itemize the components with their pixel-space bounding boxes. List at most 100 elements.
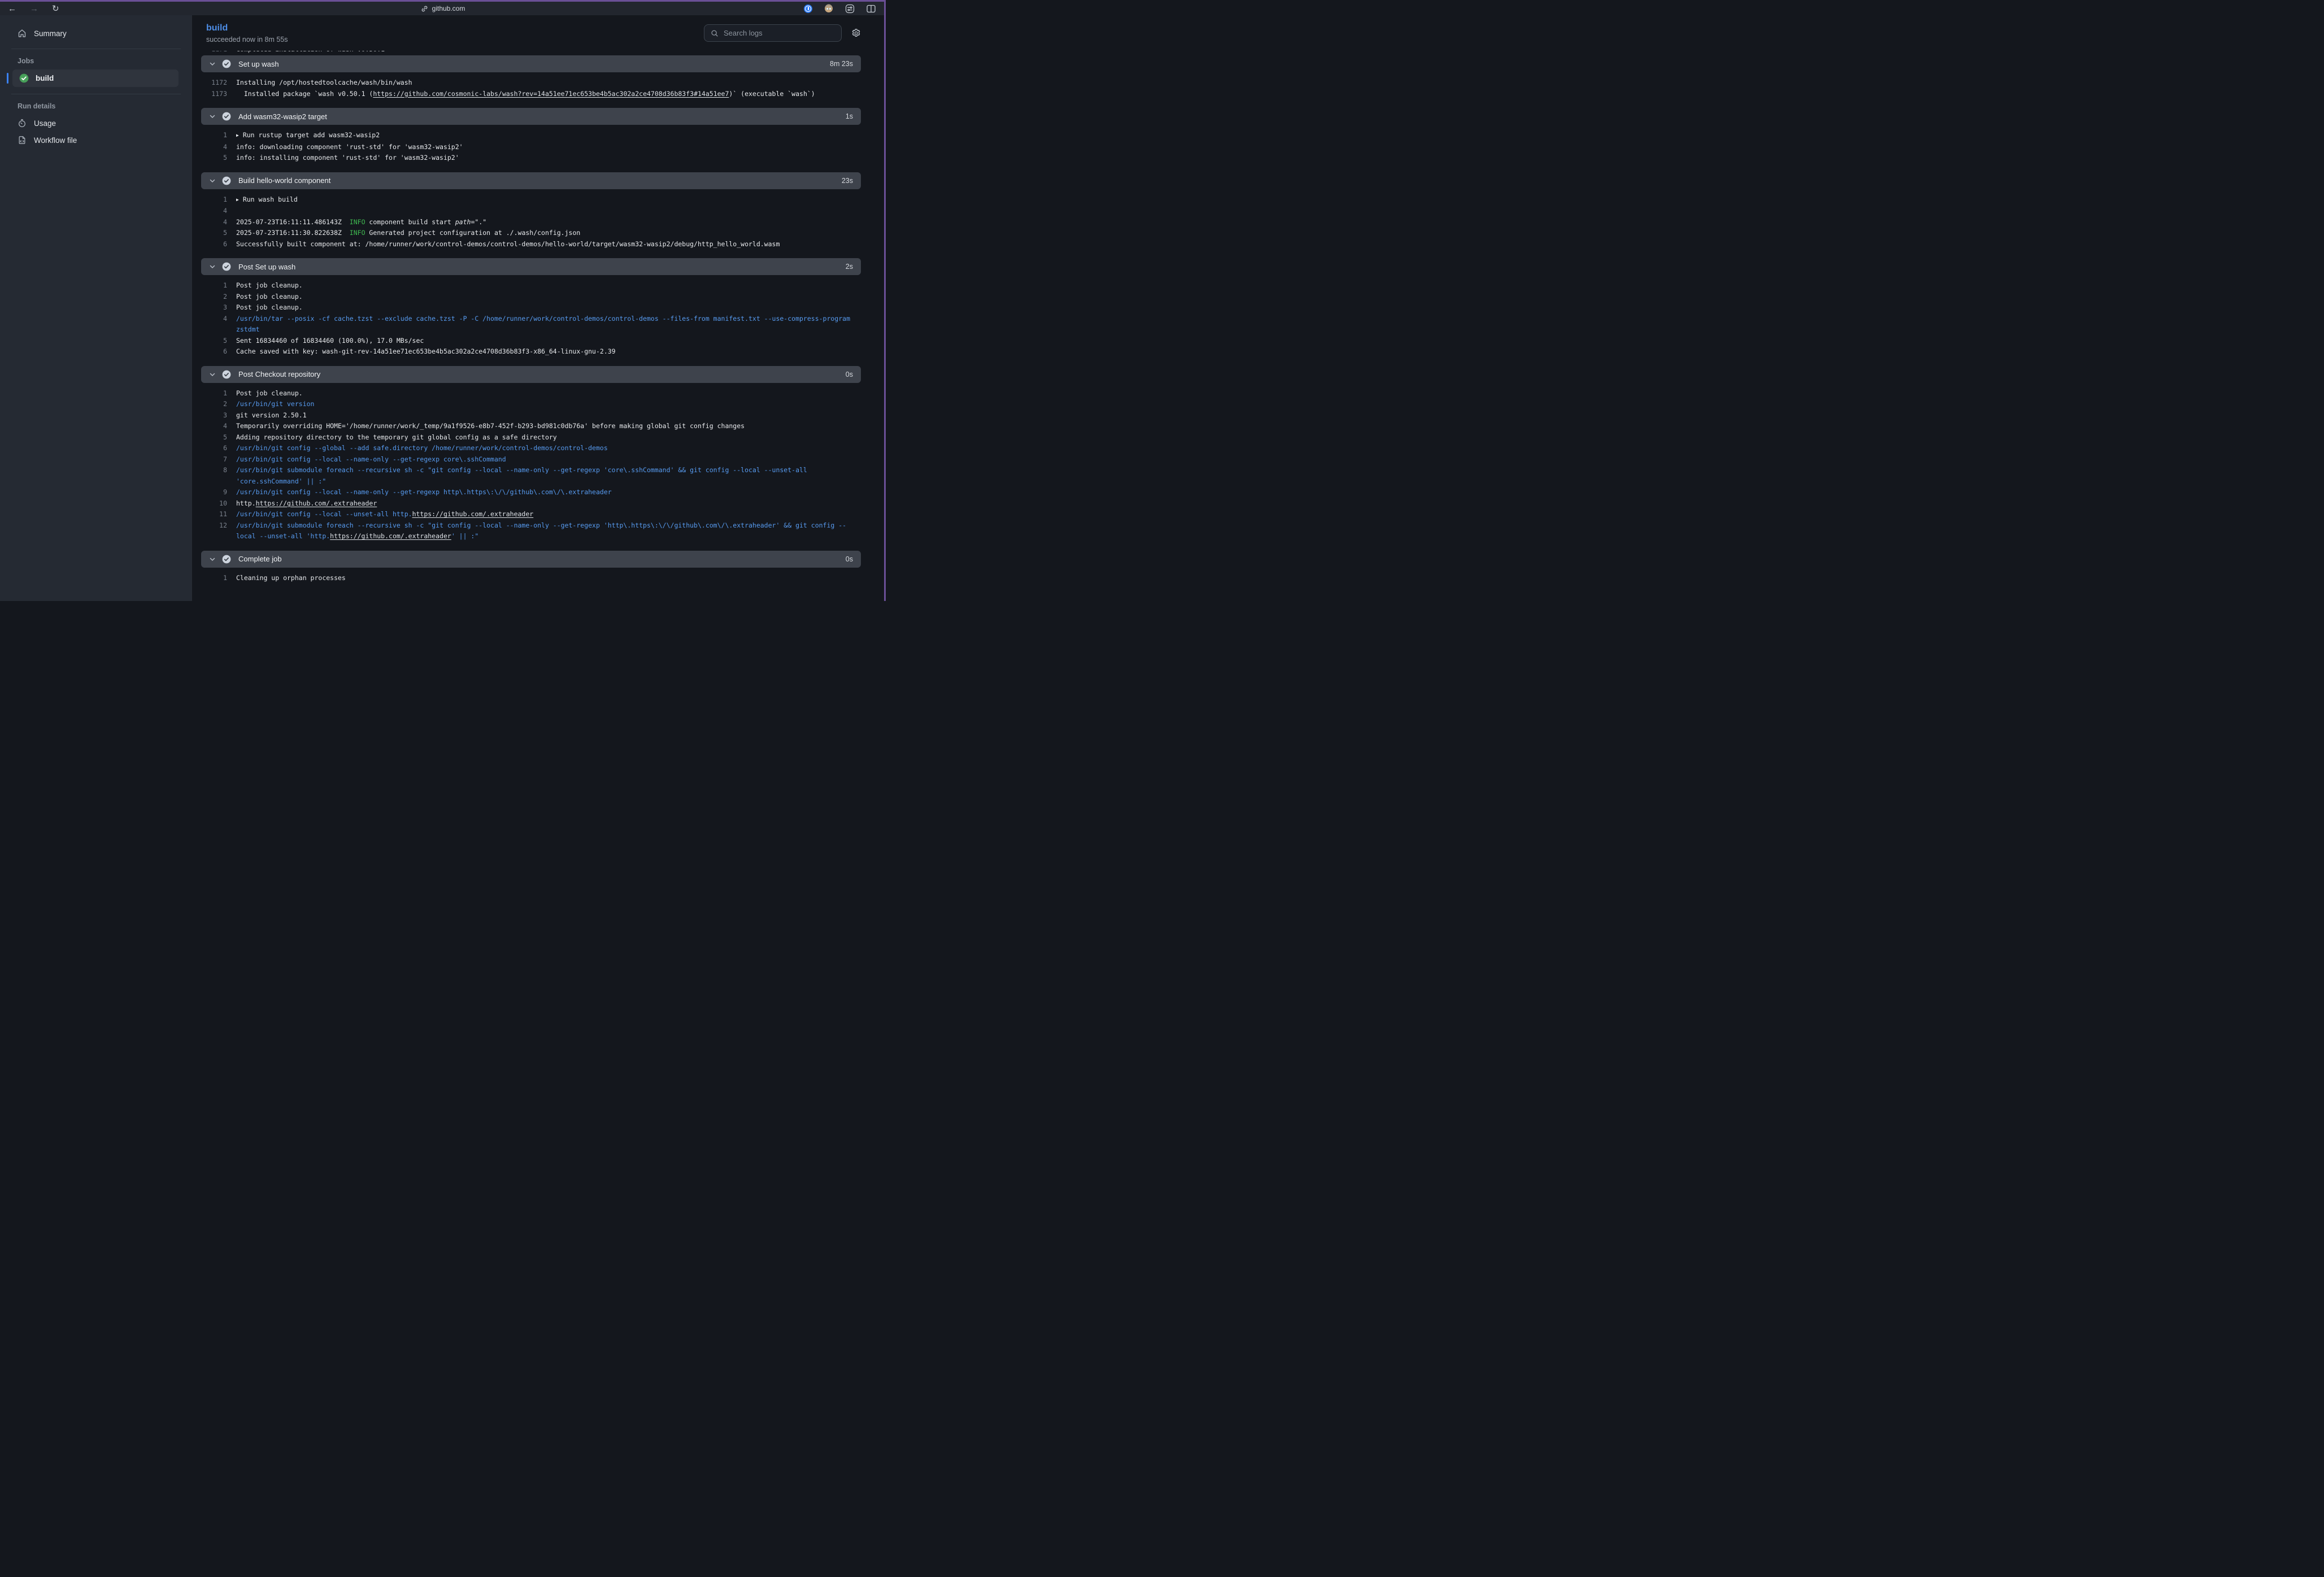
job-label: build [36, 74, 54, 82]
profile-avatar[interactable] [824, 4, 833, 13]
log-section: Build hello-world component 23s 1 ▶Run w… [201, 172, 861, 259]
log-line: 5 info: installing component 'rust-std' … [201, 153, 861, 164]
success-check-icon [19, 73, 29, 83]
line-content: Cleaning up orphan processes [236, 573, 861, 584]
line-number[interactable]: 4 [201, 421, 227, 432]
line-number[interactable]: 1 [201, 194, 227, 206]
line-number[interactable]: 4 [201, 142, 227, 153]
line-number[interactable]: 3 [201, 410, 227, 421]
line-number[interactable]: 5 [201, 153, 227, 164]
expander-triangle-icon[interactable]: ▶ [236, 194, 239, 206]
section-header[interactable]: Build hello-world component 23s [201, 172, 861, 189]
section-lines: 1 Post job cleanup. 2 /usr/bin/git versi… [201, 383, 861, 551]
address-bar[interactable]: github.com [369, 2, 516, 15]
step-check-icon [222, 555, 231, 564]
log-link[interactable]: https://github.com/.extraheader [412, 510, 534, 518]
line-number[interactable]: 11 [201, 509, 227, 520]
section-title: Post Checkout repository [237, 370, 839, 378]
log-line: 7 /usr/bin/git config --local --name-onl… [201, 454, 861, 465]
back-button[interactable]: ← [8, 5, 16, 13]
line-number[interactable]: 2 [201, 291, 227, 303]
line-number[interactable]: 8 [201, 465, 227, 487]
line-number[interactable]: 12 [201, 520, 227, 542]
forward-button[interactable]: → [30, 5, 38, 13]
expander-triangle-icon[interactable]: ▶ [236, 130, 239, 141]
sidebar-item-workflow-file[interactable]: Workflow file [0, 132, 192, 149]
line-content: info: installing component 'rust-std' fo… [236, 153, 861, 164]
section-duration: 0s [846, 555, 853, 563]
job-title-link[interactable]: build [206, 23, 288, 34]
log-line: 1 ▶Run rustup target add wasm32-wasip2 [201, 130, 861, 142]
section-lines: 1 ▶Run rustup target add wasm32-wasip2 4… [201, 125, 861, 172]
sidebar-item-job-build[interactable]: build [12, 69, 179, 87]
search-logs-box[interactable] [704, 24, 842, 42]
line-number[interactable]: 1 [201, 388, 227, 399]
sidebar-item-usage[interactable]: Usage [0, 115, 192, 132]
log-sections: Set up wash 8m 23s 1172 Installing /opt/… [201, 55, 861, 592]
line-content: /usr/bin/git version [236, 399, 861, 410]
line-number[interactable]: 4 [201, 313, 227, 336]
log-line: 6 Successfully built component at: /home… [201, 239, 861, 250]
log-link[interactable]: https://github.com/.extraheader [330, 532, 451, 540]
link-icon [421, 5, 428, 12]
line-number[interactable]: 6 [201, 443, 227, 454]
line-number[interactable]: 5 [201, 432, 227, 443]
browser-settings-icon[interactable] [845, 4, 855, 14]
line-number[interactable]: 6 [201, 239, 227, 250]
line-content [236, 206, 861, 217]
log-settings-gear-icon[interactable] [851, 28, 861, 38]
line-number[interactable]: 3 [201, 302, 227, 313]
line-number[interactable]: 5 [201, 228, 227, 239]
line-number[interactable]: 1173 [201, 89, 227, 100]
split-view-icon[interactable] [867, 5, 876, 13]
section-header[interactable]: Set up wash 8m 23s [201, 55, 861, 72]
line-number[interactable]: 10 [201, 498, 227, 509]
log-line: 1 Post job cleanup. [201, 280, 861, 291]
line-content: Adding repository directory to the tempo… [236, 432, 861, 443]
onepassword-extension-icon[interactable] [804, 5, 812, 13]
window-frame-top [0, 0, 886, 2]
line-number[interactable]: 1 [201, 280, 227, 291]
line-content: info: downloading component 'rust-std' f… [236, 142, 861, 153]
line-number[interactable]: 1 [201, 130, 227, 142]
reload-button[interactable]: ↻ [52, 5, 59, 13]
log-line: 4 2025-07-23T16:11:11.486143Z INFO compo… [201, 217, 861, 228]
line-number[interactable]: 6 [201, 346, 227, 358]
section-header[interactable]: Add wasm32-wasip2 target 1s [201, 108, 861, 125]
step-check-icon [222, 112, 231, 121]
chevron-down-icon [209, 263, 216, 270]
line-content: 2025-07-23T16:11:11.486143Z INFO compone… [236, 217, 861, 228]
line-number[interactable]: 4 [201, 206, 227, 217]
line-number[interactable]: 2 [201, 399, 227, 410]
sidebar-item-label: Usage [34, 119, 56, 128]
line-content: Cache saved with key: wash-git-rev-14a51… [236, 346, 861, 358]
chevron-down-icon [209, 371, 216, 378]
line-number[interactable]: 1172 [201, 77, 227, 89]
sidebar-item-summary[interactable]: Summary [0, 25, 192, 42]
line-number[interactable]: 5 [201, 336, 227, 347]
section-header[interactable]: Complete job 0s [201, 551, 861, 568]
line-number[interactable]: 1 [201, 573, 227, 584]
line-number[interactable]: 9 [201, 487, 227, 498]
line-content: Temporarily overriding HOME='/home/runne… [236, 421, 861, 432]
log-line: 4 /usr/bin/tar --posix -cf cache.tzst --… [201, 313, 861, 336]
stopwatch-icon [18, 119, 27, 128]
section-duration: 8m 23s [830, 60, 853, 68]
step-check-icon [222, 176, 231, 185]
log-scroll-area[interactable]: 1171 Completed installation of wash v0.5… [192, 51, 884, 601]
line-number[interactable]: 7 [201, 454, 227, 465]
section-duration: 2s [846, 263, 853, 271]
line-number[interactable]: 1171 [201, 51, 227, 55]
run-details-heading: Run details [0, 101, 192, 115]
section-lines: 1172 Installing /opt/hostedtoolcache/was… [201, 72, 861, 108]
section-header[interactable]: Post Checkout repository 0s [201, 366, 861, 383]
code-file-icon [18, 136, 27, 145]
sidebar: Summary Jobs build Run details [0, 15, 192, 601]
log-link[interactable]: https://github.com/.extraheader [256, 499, 377, 507]
search-logs-input[interactable] [724, 29, 835, 37]
log-line: 4 Temporarily overriding HOME='/home/run… [201, 421, 861, 432]
section-header[interactable]: Post Set up wash 2s [201, 258, 861, 275]
log-link[interactable]: https://github.com/cosmonic-labs/wash?re… [373, 90, 729, 98]
line-number[interactable]: 4 [201, 217, 227, 228]
step-check-icon [222, 59, 231, 68]
